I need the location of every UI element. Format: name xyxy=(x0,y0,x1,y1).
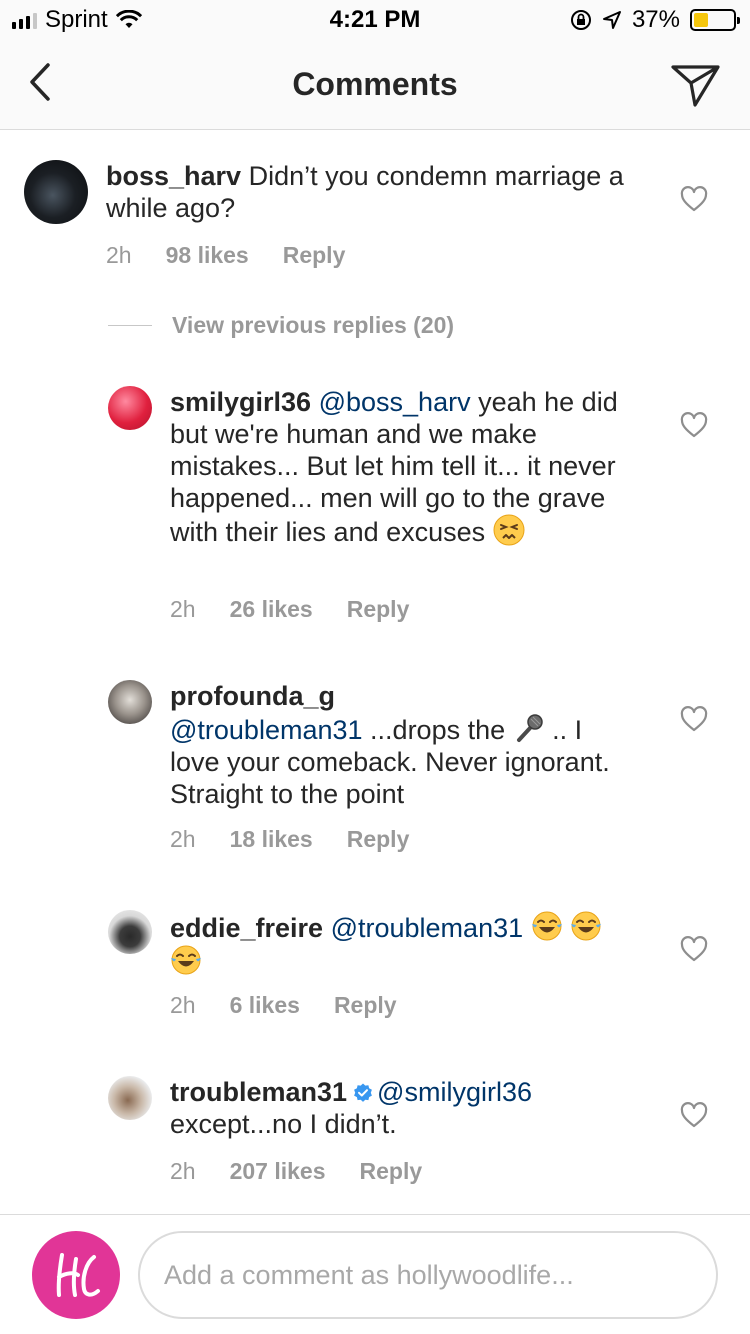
comment-mention[interactable]: @troubleman31 xyxy=(331,913,524,943)
reply-button[interactable]: Reply xyxy=(283,242,346,269)
divider xyxy=(108,325,152,326)
comment-meta: 2h 6 likes Reply xyxy=(170,992,397,1019)
comment-input-bar xyxy=(0,1214,750,1334)
comment-text: troubleman31 @smilygirl36 except...no I … xyxy=(170,1076,630,1140)
heart-icon xyxy=(680,186,708,212)
microphone-emoji xyxy=(516,714,543,742)
likes-count[interactable]: 6 likes xyxy=(230,992,300,1019)
battery-percent: 37% xyxy=(631,6,680,33)
navigation-bar: Comments xyxy=(0,40,750,130)
orientation-lock-icon xyxy=(570,10,591,30)
reply-button[interactable]: Reply xyxy=(347,826,410,853)
heart-icon xyxy=(680,706,708,732)
tears-of-joy-emoji xyxy=(171,945,201,975)
heart-icon xyxy=(680,936,708,962)
persevering-face-emoji xyxy=(493,514,525,546)
like-button[interactable] xyxy=(680,186,708,212)
comment-username[interactable]: boss_harv xyxy=(106,161,241,191)
heart-icon xyxy=(680,412,708,438)
comment-username[interactable]: troubleman31 xyxy=(170,1077,347,1107)
status-bar: Sprint 4:21 PM 37% xyxy=(0,0,750,40)
comment-input[interactable] xyxy=(138,1231,718,1319)
comment-meta: 2h 98 likes Reply xyxy=(106,242,345,269)
reply-button[interactable]: Reply xyxy=(334,992,397,1019)
comment-text: boss_harv Didn’t you condemn marriage a … xyxy=(106,160,666,224)
comment-mention[interactable]: @boss_harv xyxy=(319,387,471,417)
like-button[interactable] xyxy=(680,706,708,732)
location-arrow-icon xyxy=(602,11,621,29)
avatar[interactable] xyxy=(108,386,152,430)
likes-count[interactable]: 26 likes xyxy=(230,596,313,623)
avatar[interactable] xyxy=(108,680,152,724)
comment-time: 2h xyxy=(170,596,196,622)
comment-meta: 2h 18 likes Reply xyxy=(170,826,409,853)
comment-username[interactable]: profounda_g xyxy=(170,681,335,711)
like-button[interactable] xyxy=(680,1102,708,1128)
tears-of-joy-emoji xyxy=(571,911,602,941)
comment-meta: 2h 207 likes Reply xyxy=(170,1158,422,1185)
comment-body: ...drops the xyxy=(370,715,506,745)
heart-icon xyxy=(680,1102,708,1128)
reply-button[interactable]: Reply xyxy=(347,596,410,623)
page-title: Comments xyxy=(292,66,458,102)
comment-text: profounda_g @troubleman31 ...drops the .… xyxy=(170,680,630,810)
likes-count[interactable]: 207 likes xyxy=(230,1158,326,1185)
view-previous-replies-label: View previous replies (20) xyxy=(172,312,455,338)
avatar[interactable] xyxy=(24,160,88,224)
comment-time: 2h xyxy=(170,992,196,1018)
comment-body: except...no I didn’t. xyxy=(170,1109,397,1139)
tears-of-joy-emoji xyxy=(531,911,562,941)
likes-count[interactable]: 98 likes xyxy=(166,242,249,269)
comment-meta: 2h 26 likes Reply xyxy=(170,596,409,623)
comment-time: 2h xyxy=(170,1158,196,1184)
avatar[interactable] xyxy=(108,910,152,954)
like-button[interactable] xyxy=(680,412,708,438)
comment-time: 2h xyxy=(106,242,132,268)
view-previous-replies[interactable]: View previous replies (20) xyxy=(108,312,454,339)
like-button[interactable] xyxy=(680,936,708,962)
hollywoodlife-avatar[interactable] xyxy=(32,1231,120,1319)
avatar[interactable] xyxy=(108,1076,152,1120)
comment-mention[interactable]: @smilygirl36 xyxy=(377,1077,532,1107)
hl-logo-icon xyxy=(56,1253,100,1297)
comment-text: eddie_freire @troubleman31 xyxy=(170,910,640,978)
battery-icon xyxy=(690,9,740,31)
comment-time: 2h xyxy=(170,826,196,852)
comment-username[interactable]: smilygirl36 xyxy=(170,387,311,417)
likes-count[interactable]: 18 likes xyxy=(230,826,313,853)
verified-badge-icon xyxy=(354,1083,372,1102)
share-button[interactable] xyxy=(668,58,724,114)
reply-button[interactable]: Reply xyxy=(360,1158,423,1185)
comment-text: smilygirl36 @boss_harv yeah he did but w… xyxy=(170,386,630,548)
comment-username[interactable]: eddie_freire xyxy=(170,913,323,943)
direct-share-icon xyxy=(671,65,720,107)
comment-mention[interactable]: @troubleman31 xyxy=(170,715,363,745)
